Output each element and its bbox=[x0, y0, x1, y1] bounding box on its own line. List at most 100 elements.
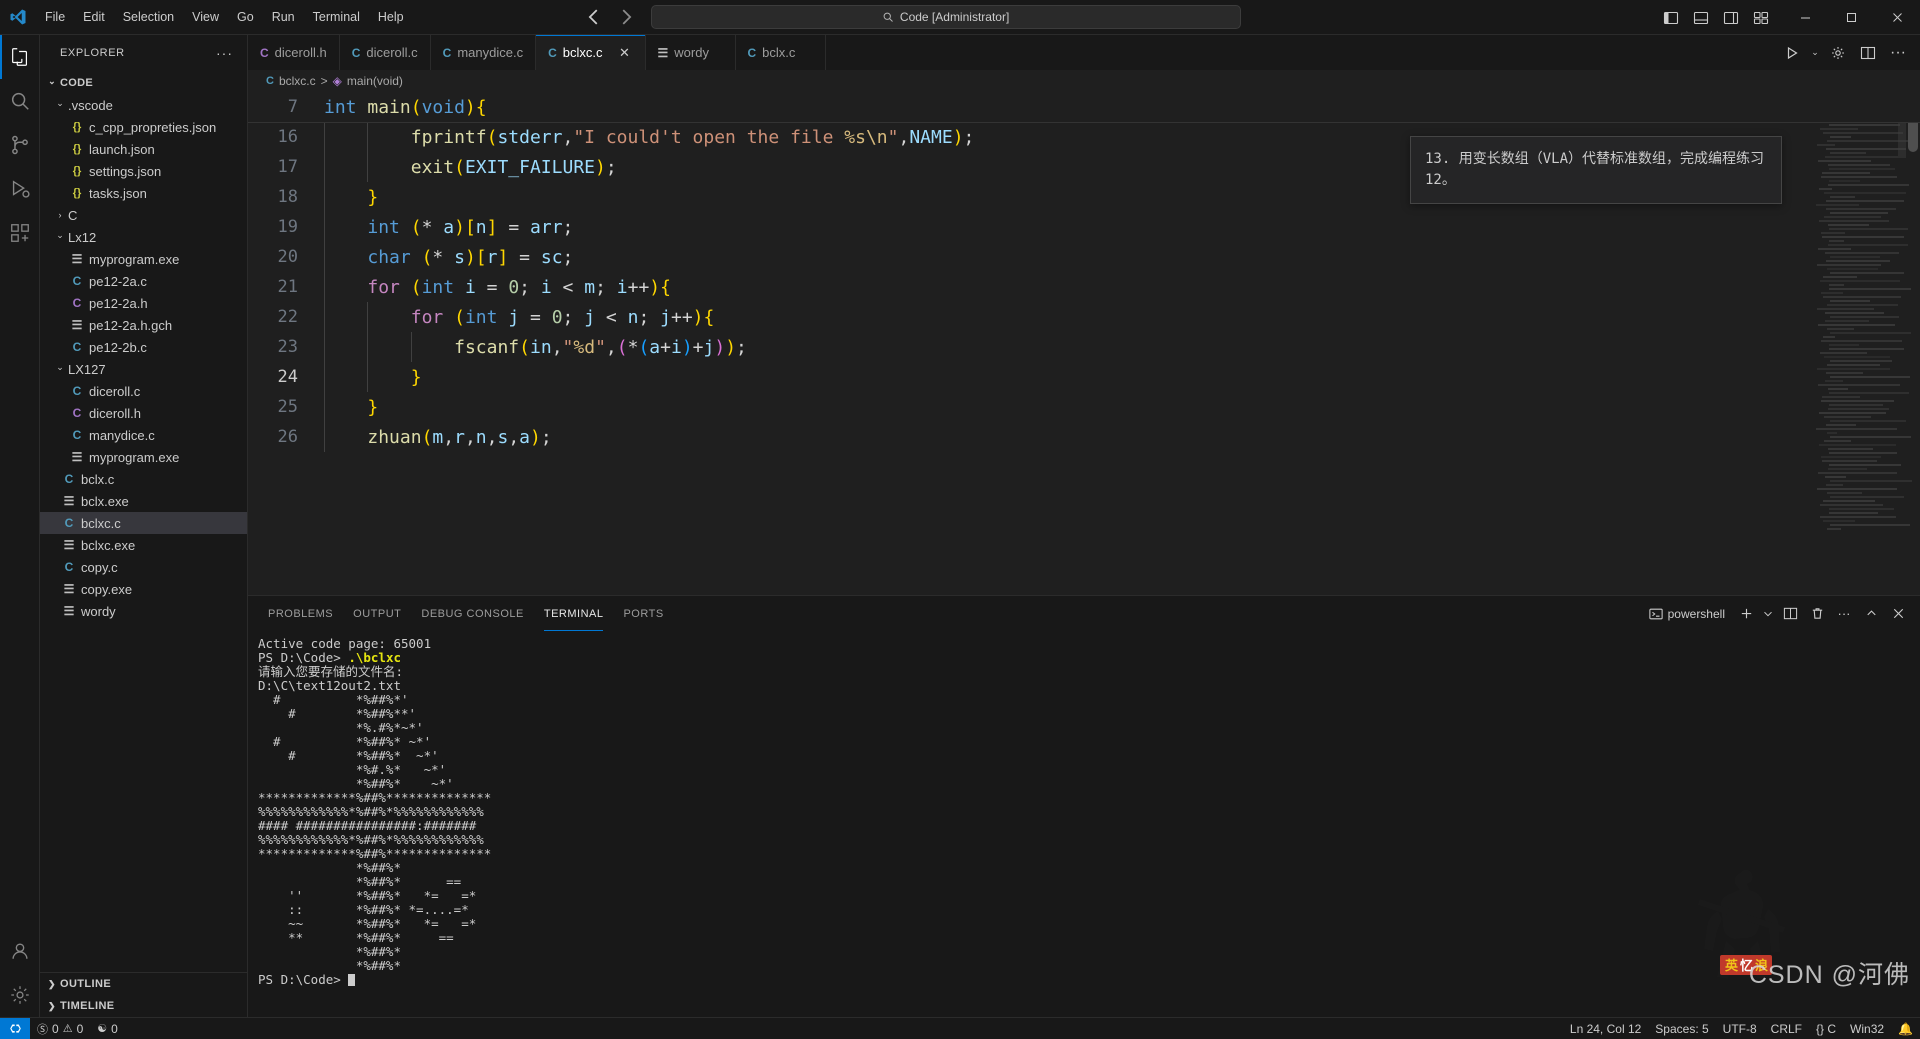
status-encoding[interactable]: UTF-8 bbox=[1716, 1018, 1764, 1039]
menu-help[interactable]: Help bbox=[369, 6, 413, 28]
breadcrumb-file[interactable]: bclxc.c bbox=[279, 74, 316, 88]
tab-debug-console[interactable]: DEBUG CONSOLE bbox=[411, 596, 533, 631]
tree-item-lx12[interactable]: ⌄ Lx12 bbox=[40, 226, 247, 248]
code-line[interactable]: 24 } bbox=[248, 362, 1920, 392]
menu-edit[interactable]: Edit bbox=[74, 6, 114, 28]
terminal-shell-indicator[interactable]: powershell bbox=[1648, 607, 1731, 621]
settings-gear-icon[interactable] bbox=[1824, 39, 1852, 67]
customize-layout-icon[interactable] bbox=[1748, 5, 1774, 31]
status-indentation[interactable]: Spaces: 5 bbox=[1648, 1018, 1715, 1039]
menu-go[interactable]: Go bbox=[228, 6, 263, 28]
status-cursor-position[interactable]: Ln 24, Col 12 bbox=[1563, 1018, 1648, 1039]
menu-terminal[interactable]: Terminal bbox=[304, 6, 369, 28]
code-line[interactable]: 22 for (int j = 0; j < n; j++){ bbox=[248, 302, 1920, 332]
more-actions-icon[interactable]: ··· bbox=[1832, 602, 1856, 626]
notification-toast[interactable]: 13. 用变长数组（VLA）代替标准数组，完成编程练习12。 bbox=[1410, 136, 1782, 204]
tree-item-settings-json[interactable]: {} settings.json bbox=[40, 160, 247, 182]
activity-item-source-control[interactable] bbox=[0, 123, 40, 167]
status-eol[interactable]: CRLF bbox=[1764, 1018, 1809, 1039]
tree-item-lx127[interactable]: ⌄ LX127 bbox=[40, 358, 247, 380]
menu-file[interactable]: File bbox=[36, 6, 74, 28]
tree-item-diceroll-c[interactable]: Cdiceroll.c bbox=[40, 380, 247, 402]
tree-item-pe12-2a-c[interactable]: Cpe12-2a.c bbox=[40, 270, 247, 292]
tree-item-c[interactable]: › C bbox=[40, 204, 247, 226]
tree-item-pe12-2a-h-gch[interactable]: ☰ pe12-2a.h.gch bbox=[40, 314, 247, 336]
split-editor-right-icon[interactable] bbox=[1854, 39, 1882, 67]
status-language-mode[interactable]: {} C bbox=[1809, 1018, 1843, 1039]
status-ports[interactable]: ☯ 0 bbox=[90, 1018, 125, 1039]
ellipsis-icon[interactable]: ··· bbox=[210, 45, 239, 61]
status-errors-warnings[interactable]: Ⓢ 0 ⚠ 0 bbox=[30, 1018, 90, 1039]
tree-item-copy-exe[interactable]: ☰ copy.exe bbox=[40, 578, 247, 600]
command-center[interactable]: Code [Administrator] bbox=[650, 5, 1241, 29]
close-button[interactable] bbox=[1874, 0, 1920, 35]
activity-item-extensions[interactable] bbox=[0, 211, 40, 255]
editor-tab-diceroll-h[interactable]: Cdiceroll.h bbox=[248, 35, 340, 70]
code-line[interactable]: 21 for (int i = 0; i < m; i++){ bbox=[248, 272, 1920, 302]
close-icon[interactable]: ✕ bbox=[617, 45, 633, 61]
section-timeline[interactable]: ❯ TIMELINE bbox=[40, 995, 247, 1017]
tree-item-wordy[interactable]: ☰ wordy bbox=[40, 600, 247, 622]
toggle-panel-icon[interactable] bbox=[1688, 5, 1714, 31]
minimap[interactable] bbox=[1816, 92, 1912, 595]
menu-run[interactable]: Run bbox=[263, 6, 304, 28]
editor-tab-bclx-c[interactable]: Cbclx.c bbox=[735, 35, 826, 70]
tab-ports[interactable]: PORTS bbox=[613, 596, 673, 631]
activity-item-accounts[interactable] bbox=[0, 929, 40, 973]
menu-selection[interactable]: Selection bbox=[114, 6, 183, 28]
tab-problems[interactable]: PROBLEMS bbox=[258, 596, 343, 631]
activity-item-settings[interactable] bbox=[0, 973, 40, 1017]
toggle-secondary-sidebar-icon[interactable] bbox=[1718, 5, 1744, 31]
tree-item-bclxc-c[interactable]: Cbclxc.c bbox=[40, 512, 247, 534]
new-terminal-icon[interactable] bbox=[1734, 602, 1758, 626]
bell-icon[interactable]: 🔔 bbox=[1891, 1018, 1920, 1039]
editor-tab-diceroll-c[interactable]: Cdiceroll.c bbox=[339, 35, 431, 70]
activity-item-search[interactable] bbox=[0, 79, 40, 123]
code-editor[interactable]: 7 int main(void){ 16 fprintf(stderr,"I c… bbox=[248, 92, 1920, 595]
tree-item-manydice-c[interactable]: Cmanydice.c bbox=[40, 424, 247, 446]
split-editor-chevron-icon[interactable]: ⌄ bbox=[1808, 39, 1822, 67]
activity-item-run-and-debug[interactable] bbox=[0, 167, 40, 211]
tree-item-launch-json[interactable]: {} launch.json bbox=[40, 138, 247, 160]
code-line[interactable]: 20 char (* s)[r] = sc; bbox=[248, 242, 1920, 272]
tree-item-myprogram-exe[interactable]: ☰ myprogram.exe bbox=[40, 248, 247, 270]
minimize-button[interactable] bbox=[1782, 0, 1828, 35]
code-line[interactable]: 23 fscanf(in,"%d",(*(a+i)+j)); bbox=[248, 332, 1920, 362]
run-icon[interactable] bbox=[1778, 39, 1806, 67]
tree-item-bclx-c[interactable]: Cbclx.c bbox=[40, 468, 247, 490]
tab-terminal[interactable]: TERMINAL bbox=[534, 596, 614, 631]
status-platform[interactable]: Win32 bbox=[1843, 1018, 1891, 1039]
tree-item-bclx-exe[interactable]: ☰ bclx.exe bbox=[40, 490, 247, 512]
terminal-dropdown-chevron-icon[interactable] bbox=[1761, 602, 1775, 626]
breadcrumb-symbol[interactable]: main(void) bbox=[347, 74, 403, 88]
remote-window-icon[interactable] bbox=[0, 1017, 30, 1039]
tree-item-copy-c[interactable]: Ccopy.c bbox=[40, 556, 247, 578]
tree-item-diceroll-h[interactable]: Cdiceroll.h bbox=[40, 402, 247, 424]
arrow-right-icon[interactable] bbox=[615, 6, 637, 28]
tree-item--vscode[interactable]: ⌄ .vscode bbox=[40, 94, 247, 116]
code-line[interactable]: 26 zhuan(m,r,n,s,a); bbox=[248, 422, 1920, 452]
editor-tab-wordy[interactable]: ☰ wordy bbox=[645, 35, 736, 70]
tree-item-code[interactable]: ⌄ CODE bbox=[40, 72, 247, 94]
tree-item-c-cpp-propreties-json[interactable]: {} c_cpp_propreties.json bbox=[40, 116, 247, 138]
code-line[interactable]: 19 int (* a)[n] = arr; bbox=[248, 212, 1920, 242]
tree-item-pe12-2a-h[interactable]: Cpe12-2a.h bbox=[40, 292, 247, 314]
editor-tab-manydice-c[interactable]: Cmanydice.c bbox=[430, 35, 537, 70]
tab-output[interactable]: OUTPUT bbox=[343, 596, 411, 631]
menu-view[interactable]: View bbox=[183, 6, 228, 28]
maximize-panel-icon[interactable] bbox=[1859, 602, 1883, 626]
terminal-output[interactable]: Active code page: 65001 PS D:\Code> .\bcl… bbox=[248, 631, 1920, 1017]
editor-tab-bclxc-c[interactable]: Cbclxc.c ✕ bbox=[536, 35, 646, 70]
section-outline[interactable]: ❯ OUTLINE bbox=[40, 973, 247, 995]
kill-terminal-icon[interactable] bbox=[1805, 602, 1829, 626]
tree-item-tasks-json[interactable]: {} tasks.json bbox=[40, 182, 247, 204]
maximize-button[interactable] bbox=[1828, 0, 1874, 35]
split-terminal-icon[interactable] bbox=[1778, 602, 1802, 626]
tree-item-myprogram-exe[interactable]: ☰ myprogram.exe bbox=[40, 446, 247, 468]
tree-item-pe12-2b-c[interactable]: Cpe12-2b.c bbox=[40, 336, 247, 358]
more-actions-icon[interactable]: ··· bbox=[1884, 39, 1912, 67]
code-line[interactable]: 25 } bbox=[248, 392, 1920, 422]
close-panel-icon[interactable] bbox=[1886, 602, 1910, 626]
tree-item-bclxc-exe[interactable]: ☰ bclxc.exe bbox=[40, 534, 247, 556]
arrow-left-icon[interactable] bbox=[583, 6, 605, 28]
